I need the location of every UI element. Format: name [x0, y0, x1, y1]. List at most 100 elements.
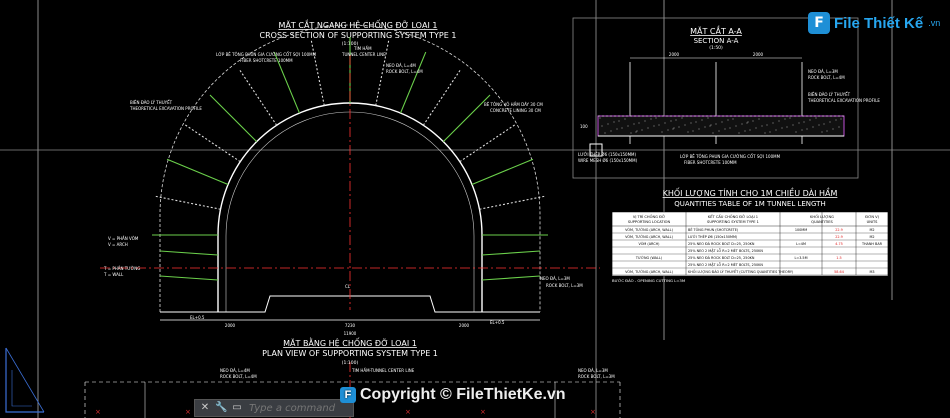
dim-total: 11900 [344, 331, 357, 336]
hatch-dot [633, 123, 635, 125]
hatch-dot [661, 131, 663, 133]
plan-center: TIM HẦM-TUNNEL CENTER LINE [351, 368, 415, 373]
hatch-dot [672, 128, 674, 130]
filethietke-logo: F File Thiết Kế .vn [808, 12, 940, 34]
hatch-dot [755, 127, 757, 129]
hatch-dot [618, 120, 620, 122]
rock-bolt-wall-right [481, 275, 541, 281]
close-icon[interactable]: ✕ [199, 402, 211, 414]
cross-section-title-vi: MẶT CẮT NGANG HỆ CHỐNG ĐỠ LOẠI 1 [279, 18, 438, 31]
watermark-logo-icon: F [340, 387, 356, 403]
hatch-dot [781, 127, 783, 129]
hatch-dot [655, 117, 657, 119]
hatch-dot [752, 120, 754, 122]
section-aa: MẶT CẮT A-A SECTION A-A (1:50) 2000 2000… [578, 24, 880, 165]
aa-mesh-en: WIRE MESH Ø6 (150x150MM) [578, 158, 638, 163]
wrench-icon[interactable]: 🔧 [215, 402, 227, 414]
dim-mid: 7230 [345, 323, 356, 328]
logo-mark: F [808, 12, 830, 34]
hatch-dot [835, 119, 837, 121]
section-aa-title-en: SECTION A-A [694, 37, 739, 45]
command-line[interactable]: ✕ 🔧 ▭ [194, 399, 354, 417]
aa-mesh: LƯỚI THÉP Ø6 (150x150MM) [578, 152, 636, 157]
hatch-dot [650, 118, 652, 120]
label-arch-en: V = ARCH [108, 242, 128, 247]
label-rock-bolt-2: NEO ĐÁ, L=3M [540, 276, 570, 281]
section-aa-title-vi: MẶT CẮT A-A [690, 24, 742, 37]
command-prompt-icon[interactable]: ▭ [231, 402, 243, 414]
hatch-dot [647, 127, 649, 129]
aa-dim2: 2000 [753, 52, 764, 57]
cross-section-title-en: CROSS SECTION OF SUPPORTING SYSTEM TYPE … [260, 31, 457, 40]
table-cell: 22.9 [835, 228, 843, 232]
hatch-dot [673, 127, 675, 129]
hatch-dot [749, 129, 751, 131]
hatch-dot [624, 118, 626, 120]
rock-bolt-wall-left [159, 275, 219, 281]
hatch-dot [724, 128, 726, 130]
hatch-dot [604, 132, 606, 134]
hatch-dot [732, 118, 734, 120]
aa-shotcrete-layer [597, 115, 845, 137]
command-input[interactable] [247, 401, 349, 415]
aa-dim1: 2000 [669, 52, 680, 57]
label-tunnel-center-en: TUNNEL CENTER LINE [341, 52, 386, 57]
table-cell: L=3.5M [794, 256, 807, 260]
plan-bolt-x-mark: × [95, 408, 101, 416]
rock-bolt [400, 51, 427, 114]
rock-bolt [239, 70, 278, 126]
label-theoretical: BIÊN ĐÀO LÝ THUYẾT [130, 99, 173, 105]
hatch-dot [670, 120, 672, 122]
hatch-dot [823, 123, 825, 125]
hatch-dot [826, 130, 828, 132]
logo-text: File Thiết Kế [834, 14, 924, 32]
table-cell: LƯỚI THÉP Ø6 (150x150MM) [688, 234, 738, 239]
table-cell: 1.5 [836, 256, 841, 260]
hatch-dot [838, 126, 840, 128]
quantities-table: KHỐI LƯỢNG TÍNH CHO 1M CHIỀU DÀI HẦM QUA… [611, 186, 889, 283]
label-shotcrete-en: FIBER SHOTCRETE 100MM [240, 58, 293, 63]
hatch-dot [786, 126, 788, 128]
table-cell: M2 [869, 235, 874, 239]
hatch-dot [809, 119, 811, 121]
plan-bolt-x-mark: × [480, 408, 486, 416]
rock-bolt-wall-left [159, 250, 219, 256]
cad-drawing-canvas[interactable]: MẶT CẮT NGANG HỆ CHỐNG ĐỠ LOẠI 1 CROSS S… [0, 0, 950, 418]
table-header-cell-en: UNITS [867, 220, 879, 224]
hatch-dot [775, 129, 777, 131]
label-rock-bolt: NEO ĐÁ, L=4M [386, 63, 416, 68]
center-mark: CL [345, 284, 351, 289]
hatch-dot [778, 120, 780, 122]
table-header-cell-en: SUPPORTING LOCATION [628, 220, 671, 224]
hatch-dot [707, 117, 709, 119]
hatch-dot [635, 131, 637, 133]
hatch-dot [832, 128, 834, 130]
table-cell: VÒM, TƯỜNG (ARCH, WALL) [625, 269, 673, 274]
hatch-dot [638, 122, 640, 124]
hatch-dot [747, 121, 749, 123]
hatch-dot [701, 119, 703, 121]
elev-right: EL+0.5 [490, 320, 505, 325]
rock-bolt [479, 195, 545, 210]
label-shotcrete: LỚP BÊ TÔNG PHUN GIA CƯỜNG CỐT SỢI 100MM [216, 52, 317, 57]
rock-bolt [185, 124, 241, 163]
plan-bolt-x-mark: × [405, 408, 411, 416]
aa-height: 100 [580, 124, 588, 129]
table-cell: 25% NEO ĐÁ ROCK BOLT D=25, 250KN [688, 241, 755, 246]
plan-title-vi: MẶT BẰNG HỆ CHỐNG ĐỠ LOẠI 1 [283, 336, 417, 349]
table-cell: VÒM, TƯỜNG (ARCH, WALL) [625, 234, 673, 239]
table-cell: VÒM (ARCH) [638, 241, 660, 246]
rock-bolt [459, 124, 515, 163]
plan-scale: (1:100) [342, 360, 359, 366]
hatch-dot [610, 130, 612, 132]
table-cell: TƯỜNG (WALL) [635, 255, 663, 260]
hatch-dot [801, 129, 803, 131]
hatch-dot [681, 117, 683, 119]
table-title-vi: KHỐI LƯỢNG TÍNH CHO 1M CHIỀU DÀI HẦM [663, 186, 838, 198]
hatch-dot [761, 125, 763, 127]
hatch-dot [818, 124, 820, 126]
hatch-dot [627, 125, 629, 127]
hatch-dot [729, 127, 731, 129]
hatch-dot [798, 122, 800, 124]
hatch-dot [644, 120, 646, 122]
